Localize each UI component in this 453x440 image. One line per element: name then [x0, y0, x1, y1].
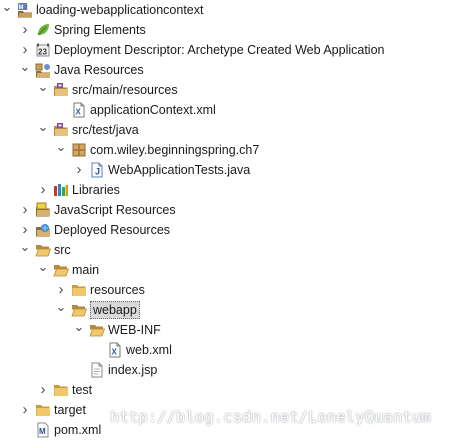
tree-item[interactable]: › Spring Elements — [0, 20, 453, 40]
tree-item-label: com.wiley.beginningspring.ch7 — [90, 143, 260, 157]
tree-item[interactable]: index.jsp — [0, 360, 453, 380]
tree-item-label: Libraries — [72, 183, 120, 197]
tree-item[interactable]: ⌄ M 2 loading-webapplicationcontext — [0, 0, 453, 20]
tree-item-label: loading-webapplicationcontext — [36, 3, 204, 17]
tree-item-label: src/main/resources — [72, 83, 178, 97]
tree-item[interactable]: ⌄ src — [0, 240, 453, 260]
tree-item[interactable]: › J WebApplicationTests.java — [0, 160, 453, 180]
tree-item[interactable]: ⌄ main — [0, 260, 453, 280]
chevron-right-icon[interactable]: › — [18, 40, 32, 60]
folder-open-icon — [53, 262, 69, 278]
source-folder-icon — [53, 82, 69, 98]
chevron-right-icon[interactable]: › — [18, 200, 32, 220]
tree-item[interactable]: › resources — [0, 280, 453, 300]
chevron-down-icon[interactable]: ⌄ — [36, 260, 50, 280]
tree-item-label: web.xml — [126, 343, 172, 357]
svg-text:X: X — [76, 108, 82, 117]
tree-item-label: main — [72, 263, 100, 277]
svg-text:J: J — [95, 167, 100, 177]
tree-item-label: Deployed Resources — [54, 223, 171, 237]
svg-text:M: M — [19, 5, 24, 11]
chevron-down-icon[interactable]: ⌄ — [72, 320, 86, 340]
jsp-file-icon — [89, 362, 105, 378]
tree-item-label: src/test/java — [72, 123, 139, 137]
spring-leaf-icon — [35, 22, 51, 38]
tree-item-label: WEB-INF — [108, 323, 161, 337]
tree-item-label: applicationContext.xml — [90, 103, 216, 117]
chevron-right-icon[interactable]: › — [36, 180, 50, 200]
tree-item-label: pom.xml — [54, 423, 102, 437]
tree-item[interactable]: Mpom.xml — [0, 420, 453, 440]
tree-item[interactable]: › test — [0, 380, 453, 400]
tree-item-label: Spring Elements — [54, 23, 146, 37]
folder-open-icon — [35, 242, 51, 258]
tree-item[interactable]: ⌄ src/main/resources — [0, 80, 453, 100]
package-icon — [71, 142, 87, 158]
folder-icon — [53, 382, 69, 398]
chevron-right-icon[interactable]: › — [18, 220, 32, 240]
chevron-right-icon[interactable]: › — [54, 280, 68, 300]
chevron-right-icon[interactable]: › — [72, 160, 86, 180]
libraries-icon — [53, 182, 69, 198]
tree-item-label: src — [54, 243, 71, 257]
tree-item-label: test — [72, 383, 93, 397]
chevron-right-icon[interactable]: › — [18, 400, 32, 420]
chevron-down-icon[interactable]: ⌄ — [0, 0, 14, 20]
chevron-right-icon[interactable]: › — [36, 380, 50, 400]
tree-item-label: index.jsp — [108, 363, 158, 377]
tree-item[interactable]: ⌄ WEB-INF — [0, 320, 453, 340]
chevron-down-icon[interactable]: ⌄ — [54, 140, 68, 160]
chevron-down-icon[interactable]: ⌄ — [18, 240, 32, 260]
tree-item-label: Deployment Descriptor: Archetype Created… — [54, 43, 385, 57]
tree-item-label: resources — [90, 283, 145, 297]
svg-text:23: 23 — [38, 48, 47, 57]
chevron-down-icon[interactable]: ⌄ — [18, 60, 32, 80]
tree-item[interactable]: ⌄ Java Resources — [0, 60, 453, 80]
java-file-icon: J — [89, 162, 105, 178]
chevron-down-icon[interactable]: ⌄ — [36, 80, 50, 100]
tree-item[interactable]: Xweb.xml — [0, 340, 453, 360]
java-resources-icon — [35, 62, 51, 78]
folder-open-icon — [71, 302, 87, 318]
tree-item[interactable]: › Libraries — [0, 180, 453, 200]
tree-item-label: target — [54, 403, 86, 417]
folder-open-icon — [89, 322, 105, 338]
chevron-down-icon[interactable]: ⌄ — [36, 120, 50, 140]
maven-project-icon: M2 — [17, 2, 33, 18]
chevron-right-icon[interactable]: › — [18, 20, 32, 40]
xml-file-icon: X — [107, 342, 123, 358]
tree-item-label: Java Resources — [54, 63, 144, 77]
tree-item[interactable]: XapplicationContext.xml — [0, 100, 453, 120]
project-explorer-tree: ⌄ M 2 loading-webapplicationcontext › Spring … — [0, 0, 453, 439]
svg-text:X: X — [112, 348, 118, 357]
folder-icon — [71, 282, 87, 298]
xml-file-icon: X — [71, 102, 87, 118]
tree-item[interactable]: ⌄ com.wiley.beginningspring.ch7 — [0, 140, 453, 160]
chevron-down-icon[interactable]: ⌄ — [54, 300, 68, 320]
tree-item-label: WebApplicationTests.java — [108, 163, 251, 177]
tree-item[interactable]: ⌄ src/test/java — [0, 120, 453, 140]
source-folder-icon — [53, 122, 69, 138]
svg-text:2: 2 — [25, 5, 28, 11]
deployed-resources-icon — [35, 222, 51, 238]
tree-item[interactable]: › 23 Deployment Descriptor: Archetype Crea… — [0, 40, 453, 60]
tree-item[interactable]: › JavaScript Resources — [0, 200, 453, 220]
tree-item-label: webapp — [90, 301, 140, 319]
svg-text:M: M — [39, 427, 46, 436]
tree-item[interactable]: ⌄ webapp — [0, 300, 453, 320]
folder-icon — [35, 402, 51, 418]
javascript-resources-icon — [35, 202, 51, 218]
deployment-descriptor-icon: 23 — [35, 42, 51, 58]
tree-item[interactable]: › Deployed Resources — [0, 220, 453, 240]
tree-item[interactable]: › target — [0, 400, 453, 420]
tree-item-label: JavaScript Resources — [54, 203, 176, 217]
maven-pom-icon: M — [35, 422, 51, 438]
